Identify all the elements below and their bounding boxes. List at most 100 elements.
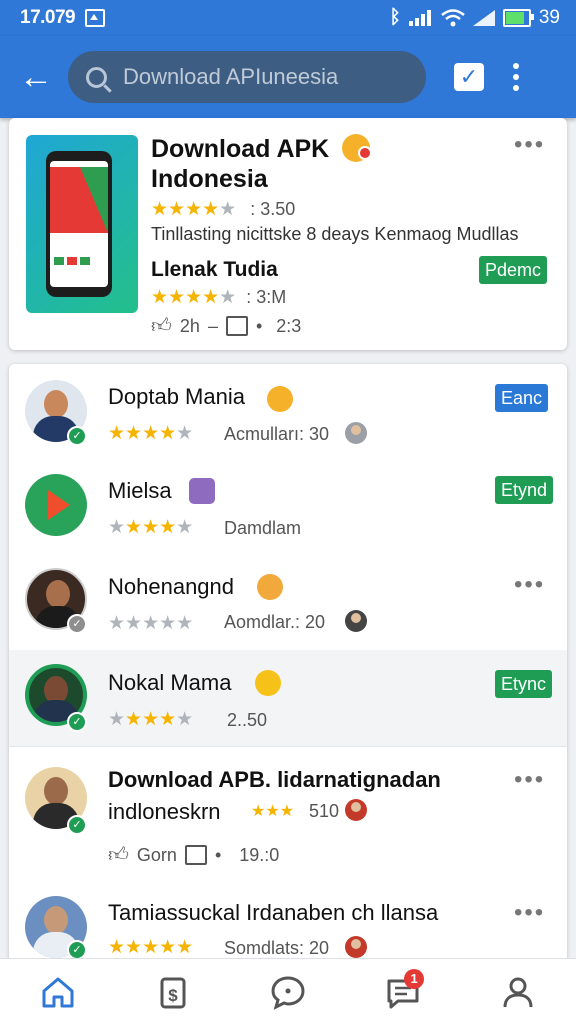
list-item-title: Download APB. lidarnatignadan: [108, 767, 441, 792]
rating-stars: ★★★★★: [108, 423, 194, 444]
bullet: •: [214, 844, 222, 865]
nav-home[interactable]: [33, 967, 83, 1017]
rating-stars: ★★★★★: [108, 613, 194, 634]
app-list-card: ✓ Doptab Mania Eanc ★★★★ ★ Acmulları: 30 …: [9, 364, 567, 964]
signal-icon: [408, 10, 431, 26]
more-dots-icon[interactable]: •••: [514, 133, 545, 157]
featured-title: Download APK Indonesia: [151, 134, 411, 194]
thumbs-up-icon: 👍︎: [108, 844, 129, 866]
list-item[interactable]: Mielsa Etynd ★ ★★★ ★ Damdlam: [9, 460, 567, 556]
bullet: •: [255, 315, 263, 336]
status-pill[interactable]: Eanc: [495, 384, 549, 412]
list-item[interactable]: ✓ Doptab Mania Eanc ★★★★ ★ Acmulları: 30: [9, 364, 567, 460]
featured-title-line2: Indonesia: [151, 165, 268, 193]
badge-icon: [257, 574, 283, 600]
list-item[interactable]: ✓ Nohenangnd ••• ★★★★★ Aomdlar.: 20: [9, 556, 567, 650]
featured-app-card[interactable]: Download APK Indonesia ••• ★★★★ ★ : 3.50 …: [9, 118, 567, 350]
rating-stars: ★★★: [251, 803, 295, 820]
phone-illustration: [46, 151, 112, 297]
featured-title-line1: Download APK: [151, 135, 330, 163]
status-time: 17.079: [20, 7, 76, 28]
checkbox-icon: ✓: [459, 64, 479, 89]
footer-value: 2:3: [276, 315, 302, 336]
footer-label: Gorn: [136, 844, 177, 865]
home-icon: [42, 977, 74, 1008]
screen-accent: [80, 167, 108, 233]
checkbox-icon: [225, 316, 248, 336]
rating-stars: ★★★★ ★ : 3.50: [151, 199, 296, 220]
separator: –: [207, 315, 218, 336]
featured-subtitle: Llenak Tudia: [151, 258, 278, 281]
more-options-button[interactable]: [506, 63, 526, 91]
more-dots-icon[interactable]: •••: [514, 768, 545, 792]
verified-icon: ✓: [67, 815, 87, 835]
bottom-navigation: $ 1: [0, 958, 576, 1025]
rating-stars: ★★★★★: [108, 709, 194, 730]
battery-icon: [502, 9, 534, 27]
back-button[interactable]: ←: [12, 53, 60, 101]
verified-icon: ✓: [67, 940, 87, 960]
phone-screen: [50, 161, 108, 287]
top-app-bar: ← ✓: [0, 36, 576, 118]
list-item[interactable]: ✓ Download APB. lidarnatignadan indlones…: [9, 747, 567, 879]
list-item-meta: Acmulları: 30: [224, 424, 330, 444]
nav-profile[interactable]: [493, 967, 543, 1017]
search-input[interactable]: [121, 63, 405, 91]
status-icons: ᛒ 39: [389, 7, 560, 29]
app-badge-icon: [342, 134, 372, 162]
likes-count: 2h: [179, 315, 200, 336]
status-pill[interactable]: Etynd: [495, 476, 554, 504]
list-item-title-line2: indloneskrn: [108, 799, 221, 824]
rating-stars: ★★★★★: [108, 517, 194, 538]
footer-value: 19.:0: [239, 844, 280, 865]
rating-stars: ★★★★★: [108, 937, 194, 958]
dot: [513, 85, 519, 91]
list-item-meta: 510: [309, 801, 340, 821]
cool-emoji-icon: [255, 670, 281, 696]
thumbs-up-icon: 👍︎: [151, 315, 172, 337]
play-icon: [25, 474, 87, 536]
more-dots-icon[interactable]: •••: [514, 573, 545, 597]
sub-rating-value: : 3:M: [246, 287, 287, 307]
list-item-title: Tamiassuckal Irdanaben ch llansa: [108, 900, 439, 925]
more-dots-icon[interactable]: •••: [514, 901, 545, 925]
status-pill[interactable]: Etync: [495, 670, 553, 698]
app-icon: [26, 135, 138, 313]
dot: [513, 63, 519, 69]
status-pill[interactable]: Pdemc: [479, 256, 548, 284]
rating-value: : 3.50: [250, 199, 296, 219]
search-bar[interactable]: [68, 51, 426, 103]
nav-messages[interactable]: 1: [378, 967, 428, 1017]
list-item-title: Nokal Mama: [108, 670, 232, 695]
list-item-footer: 👍︎ Gorn • 19.:0: [108, 843, 279, 867]
list-item-meta: 2..50: [227, 710, 268, 730]
user-avatar-icon: [345, 610, 367, 632]
sub-rating-stars: ★★★★ ★ : 3:M: [151, 287, 287, 308]
user-avatar-icon: [345, 936, 367, 958]
list-item-meta: Somdlats: 20: [224, 938, 330, 958]
featured-footer: 👍︎ 2h – • 2:3: [151, 314, 301, 338]
chat-bubble-icon: [271, 976, 305, 1010]
checkbox-icon: [184, 845, 207, 865]
list-item[interactable]: ✓ Tamiassuckal Irdanaben ch llansa ••• ★…: [9, 880, 567, 964]
nav-wallet[interactable]: $: [148, 967, 198, 1017]
dollar-clipboard-icon: $: [160, 977, 186, 1009]
verified-icon: ✓: [67, 426, 87, 446]
notification-icon: [85, 9, 106, 27]
dot: [513, 74, 519, 80]
nav-chat[interactable]: [263, 967, 313, 1017]
list-item-title: Nohenangnd: [108, 574, 235, 599]
bluetooth-icon: ᛒ: [389, 7, 401, 28]
select-button[interactable]: ✓: [454, 63, 484, 91]
featured-description: Tinllasting nicittske 8 deays Kenmaog Mu…: [151, 224, 519, 244]
wifi-icon: [441, 9, 465, 27]
list-item-title: Doptab Mania: [108, 384, 245, 409]
list-item-title: Mielsa: [108, 478, 172, 503]
user-avatar-icon: [345, 422, 367, 444]
signal-icon-2: [472, 10, 495, 26]
list-item[interactable]: ✓ Nokal Mama Etync ★ ★★★ ★ 2..50: [9, 650, 567, 746]
search-icon: [86, 66, 107, 88]
status-bar: 17.079 ᛒ 39: [0, 0, 576, 36]
verified-icon: ✓: [67, 614, 87, 634]
svg-text:$: $: [168, 986, 178, 1005]
